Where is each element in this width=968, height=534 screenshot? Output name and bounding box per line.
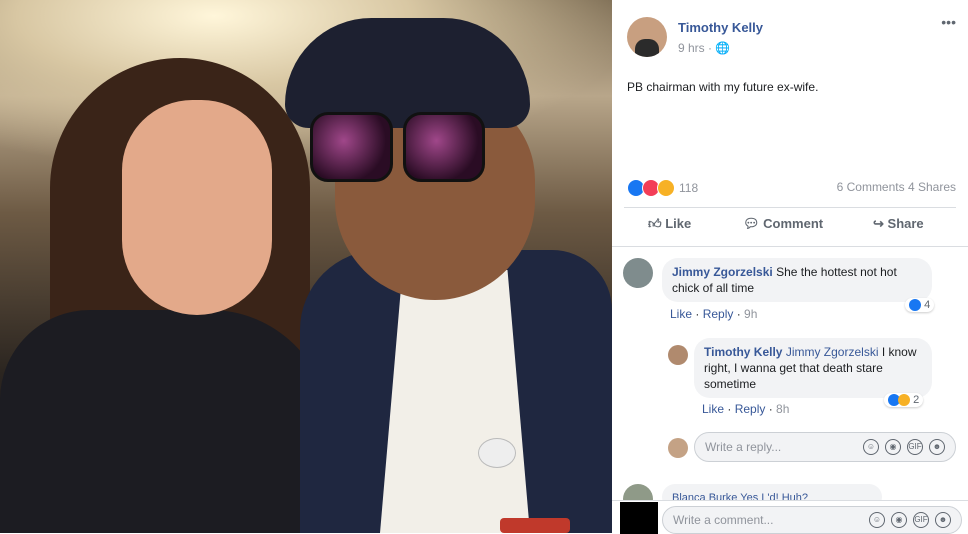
- gif-icon[interactable]: GIF: [907, 439, 923, 455]
- reply-reaction-count[interactable]: 2: [884, 393, 924, 408]
- sticker-icon[interactable]: ☻: [935, 512, 951, 528]
- shares-count[interactable]: 4 Shares: [908, 180, 956, 194]
- reply-reactions-value: 2: [913, 394, 920, 406]
- comment-icon: 💬︎: [743, 216, 760, 231]
- post-text: PB chairman with my future ex-wife.: [627, 80, 819, 94]
- camera-icon[interactable]: ◉: [891, 512, 907, 528]
- camera-icon[interactable]: ◉: [885, 439, 901, 455]
- comment-reactions-value: 4: [924, 299, 931, 311]
- like-label: Like: [665, 216, 692, 231]
- reply-author[interactable]: Timothy Kelly: [704, 345, 782, 359]
- reply-input[interactable]: Write a reply... ☺ ◉ GIF ☻: [694, 432, 956, 462]
- post-side-panel: Timothy Kelly 9 hrs · 🌐 ••• PB chairman …: [612, 0, 968, 534]
- comments-count[interactable]: 6 Comments: [837, 180, 905, 194]
- thumbs-up-icon: [909, 299, 921, 312]
- comment-actions: Like · Reply · 9h: [670, 307, 758, 321]
- comment-like-link[interactable]: Like: [670, 307, 692, 321]
- reply-bubble: Timothy Kelly Jimmy Zgorzelski I know ri…: [694, 338, 932, 398]
- thumbs-up-icon: 👍︎: [648, 216, 662, 231]
- reply-author-avatar[interactable]: [668, 345, 688, 365]
- haha-reaction-icon: [898, 394, 910, 407]
- comment-author[interactable]: Jimmy Zgorzelski: [672, 265, 773, 279]
- action-bar: 👍︎ Like 💬︎ Comment ↪ Share: [612, 216, 968, 240]
- reply-time: 8h: [776, 402, 790, 416]
- photo-man-shirt: [380, 270, 530, 533]
- share-arrow-icon: ↪: [873, 216, 884, 231]
- photo-lapel-pin: [478, 438, 516, 468]
- reply-reply-link[interactable]: Reply: [735, 402, 766, 416]
- comment-time: 9h: [744, 307, 758, 321]
- haha-reaction-icon: [657, 179, 675, 197]
- reply-like-link[interactable]: Like: [702, 402, 724, 416]
- photo-woman-dress: [0, 310, 330, 533]
- comment-input-placeholder: Write a comment...: [673, 513, 774, 527]
- share-label: Share: [887, 216, 924, 231]
- comment-button[interactable]: 💬︎ Comment: [743, 216, 823, 232]
- post-photo[interactable]: [0, 0, 612, 533]
- emoji-icon[interactable]: ☺: [869, 512, 885, 528]
- current-user-avatar: [668, 438, 688, 458]
- comment-reply-link[interactable]: Reply: [703, 307, 734, 321]
- reply-actions: Like · Reply · 8h: [702, 402, 790, 416]
- reply-input-placeholder: Write a reply...: [705, 440, 782, 454]
- reply-mention[interactable]: Jimmy Zgorzelski: [786, 345, 879, 359]
- comment-input[interactable]: Write a comment... ☺ ◉ GIF ☻: [662, 506, 962, 534]
- divider: [612, 246, 968, 247]
- comment-label: Comment: [763, 216, 824, 231]
- post-time-text: 9 hrs: [678, 41, 705, 55]
- reaction-count: 118: [679, 181, 699, 195]
- photo-pocket-square: [500, 518, 570, 533]
- post-more-menu[interactable]: •••: [941, 14, 956, 30]
- globe-icon: · 🌐: [708, 41, 731, 55]
- composer-avatar: [620, 502, 658, 534]
- emoji-icon[interactable]: ☺: [863, 439, 879, 455]
- share-button[interactable]: ↪ Share: [873, 216, 924, 232]
- commenter-avatar[interactable]: [623, 258, 653, 288]
- reaction-summary[interactable]: 118: [627, 179, 698, 197]
- post-timestamp[interactable]: 9 hrs · 🌐: [678, 41, 730, 55]
- divider: [624, 207, 956, 208]
- comment-composer-bar: Write a comment... ☺ ◉ GIF ☻: [612, 500, 968, 534]
- photo-woman-face: [122, 100, 272, 315]
- like-button[interactable]: 👍︎ Like: [648, 216, 691, 232]
- photo-sunglasses: [310, 112, 485, 182]
- gif-icon[interactable]: GIF: [913, 512, 929, 528]
- engagement-counts: 6 Comments 4 Shares: [837, 180, 956, 194]
- comment-reaction-count[interactable]: 4: [905, 298, 935, 313]
- comment-bubble: Jimmy Zgorzelski She the hottest not hot…: [662, 258, 932, 302]
- post-author-name[interactable]: Timothy Kelly: [678, 20, 763, 35]
- author-avatar[interactable]: [627, 17, 667, 57]
- sticker-icon[interactable]: ☻: [929, 439, 945, 455]
